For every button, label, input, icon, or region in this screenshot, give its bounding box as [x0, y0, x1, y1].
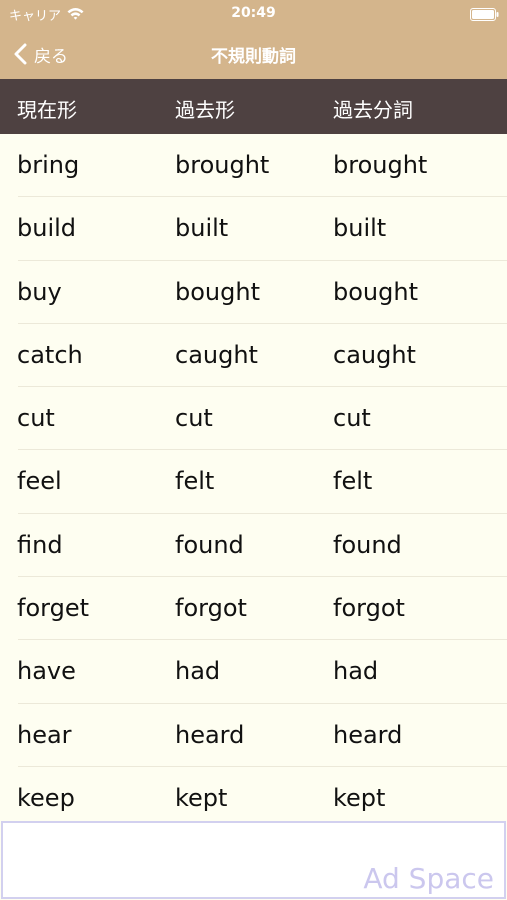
- table-row[interactable]: catch caught caught: [0, 324, 507, 388]
- present-form: bring: [17, 151, 80, 179]
- present-form: find: [17, 530, 63, 559]
- page-title: 不規則動詞: [211, 47, 296, 67]
- present-form: forget: [17, 594, 89, 623]
- present-form: build: [17, 214, 77, 243]
- status-time: 20:49: [231, 5, 276, 21]
- past-form: found: [175, 530, 244, 559]
- past-form: built: [175, 214, 229, 243]
- past-form: kept: [175, 783, 228, 812]
- past-participle-form: heard: [333, 720, 403, 749]
- navigation-bar: 戻る 不規則動詞: [0, 30, 507, 79]
- table-row[interactable]: keep kept kept: [0, 767, 507, 822]
- table-row[interactable]: find found found: [0, 514, 507, 578]
- past-participle-form: had: [333, 657, 379, 686]
- column-header-past-participle: 過去分詞: [333, 98, 413, 122]
- past-form: felt: [175, 467, 215, 496]
- past-form: caught: [175, 340, 258, 369]
- present-form: hear: [17, 720, 72, 749]
- present-form: catch: [17, 340, 83, 369]
- battery-icon: [470, 8, 499, 21]
- past-form: brought: [175, 151, 270, 179]
- table-row[interactable]: cut cut cut: [0, 387, 507, 451]
- table-row[interactable]: buy bought bought: [0, 261, 507, 325]
- past-form: bought: [175, 277, 260, 306]
- column-header-present: 現在形: [17, 98, 77, 122]
- present-form: buy: [17, 277, 62, 306]
- ad-banner[interactable]: Ad Space: [1, 821, 506, 899]
- past-participle-form: forgot: [333, 594, 405, 623]
- past-form: heard: [175, 720, 245, 749]
- past-participle-form: brought: [333, 151, 428, 179]
- past-participle-form: cut: [333, 404, 371, 433]
- past-participle-form: bought: [333, 277, 418, 306]
- past-form: cut: [175, 404, 213, 433]
- ad-label: Ad Space: [363, 862, 494, 895]
- table-row[interactable]: bring brought brought: [0, 134, 507, 198]
- status-bar: キャリア 20:49: [0, 0, 507, 30]
- present-form: have: [17, 657, 76, 686]
- table-row[interactable]: hear heard heard: [0, 704, 507, 768]
- past-participle-form: felt: [333, 467, 373, 496]
- column-header-past: 過去形: [175, 98, 235, 122]
- past-form: forgot: [175, 594, 247, 623]
- table-row[interactable]: forget forgot forgot: [0, 577, 507, 641]
- past-participle-form: kept: [333, 783, 386, 812]
- present-form: cut: [17, 404, 55, 433]
- present-form: keep: [17, 783, 75, 812]
- verb-list[interactable]: bring brought brought build built built …: [0, 134, 507, 822]
- present-form: feel: [17, 467, 62, 496]
- table-row[interactable]: build built built: [0, 197, 507, 261]
- table-header: 現在形 過去形 過去分詞: [0, 79, 507, 134]
- table-row[interactable]: feel felt felt: [0, 450, 507, 515]
- past-form: had: [175, 657, 221, 686]
- past-participle-form: found: [333, 530, 402, 559]
- table-row[interactable]: have had had: [0, 640, 507, 704]
- past-participle-form: caught: [333, 340, 416, 369]
- past-participle-form: built: [333, 214, 387, 243]
